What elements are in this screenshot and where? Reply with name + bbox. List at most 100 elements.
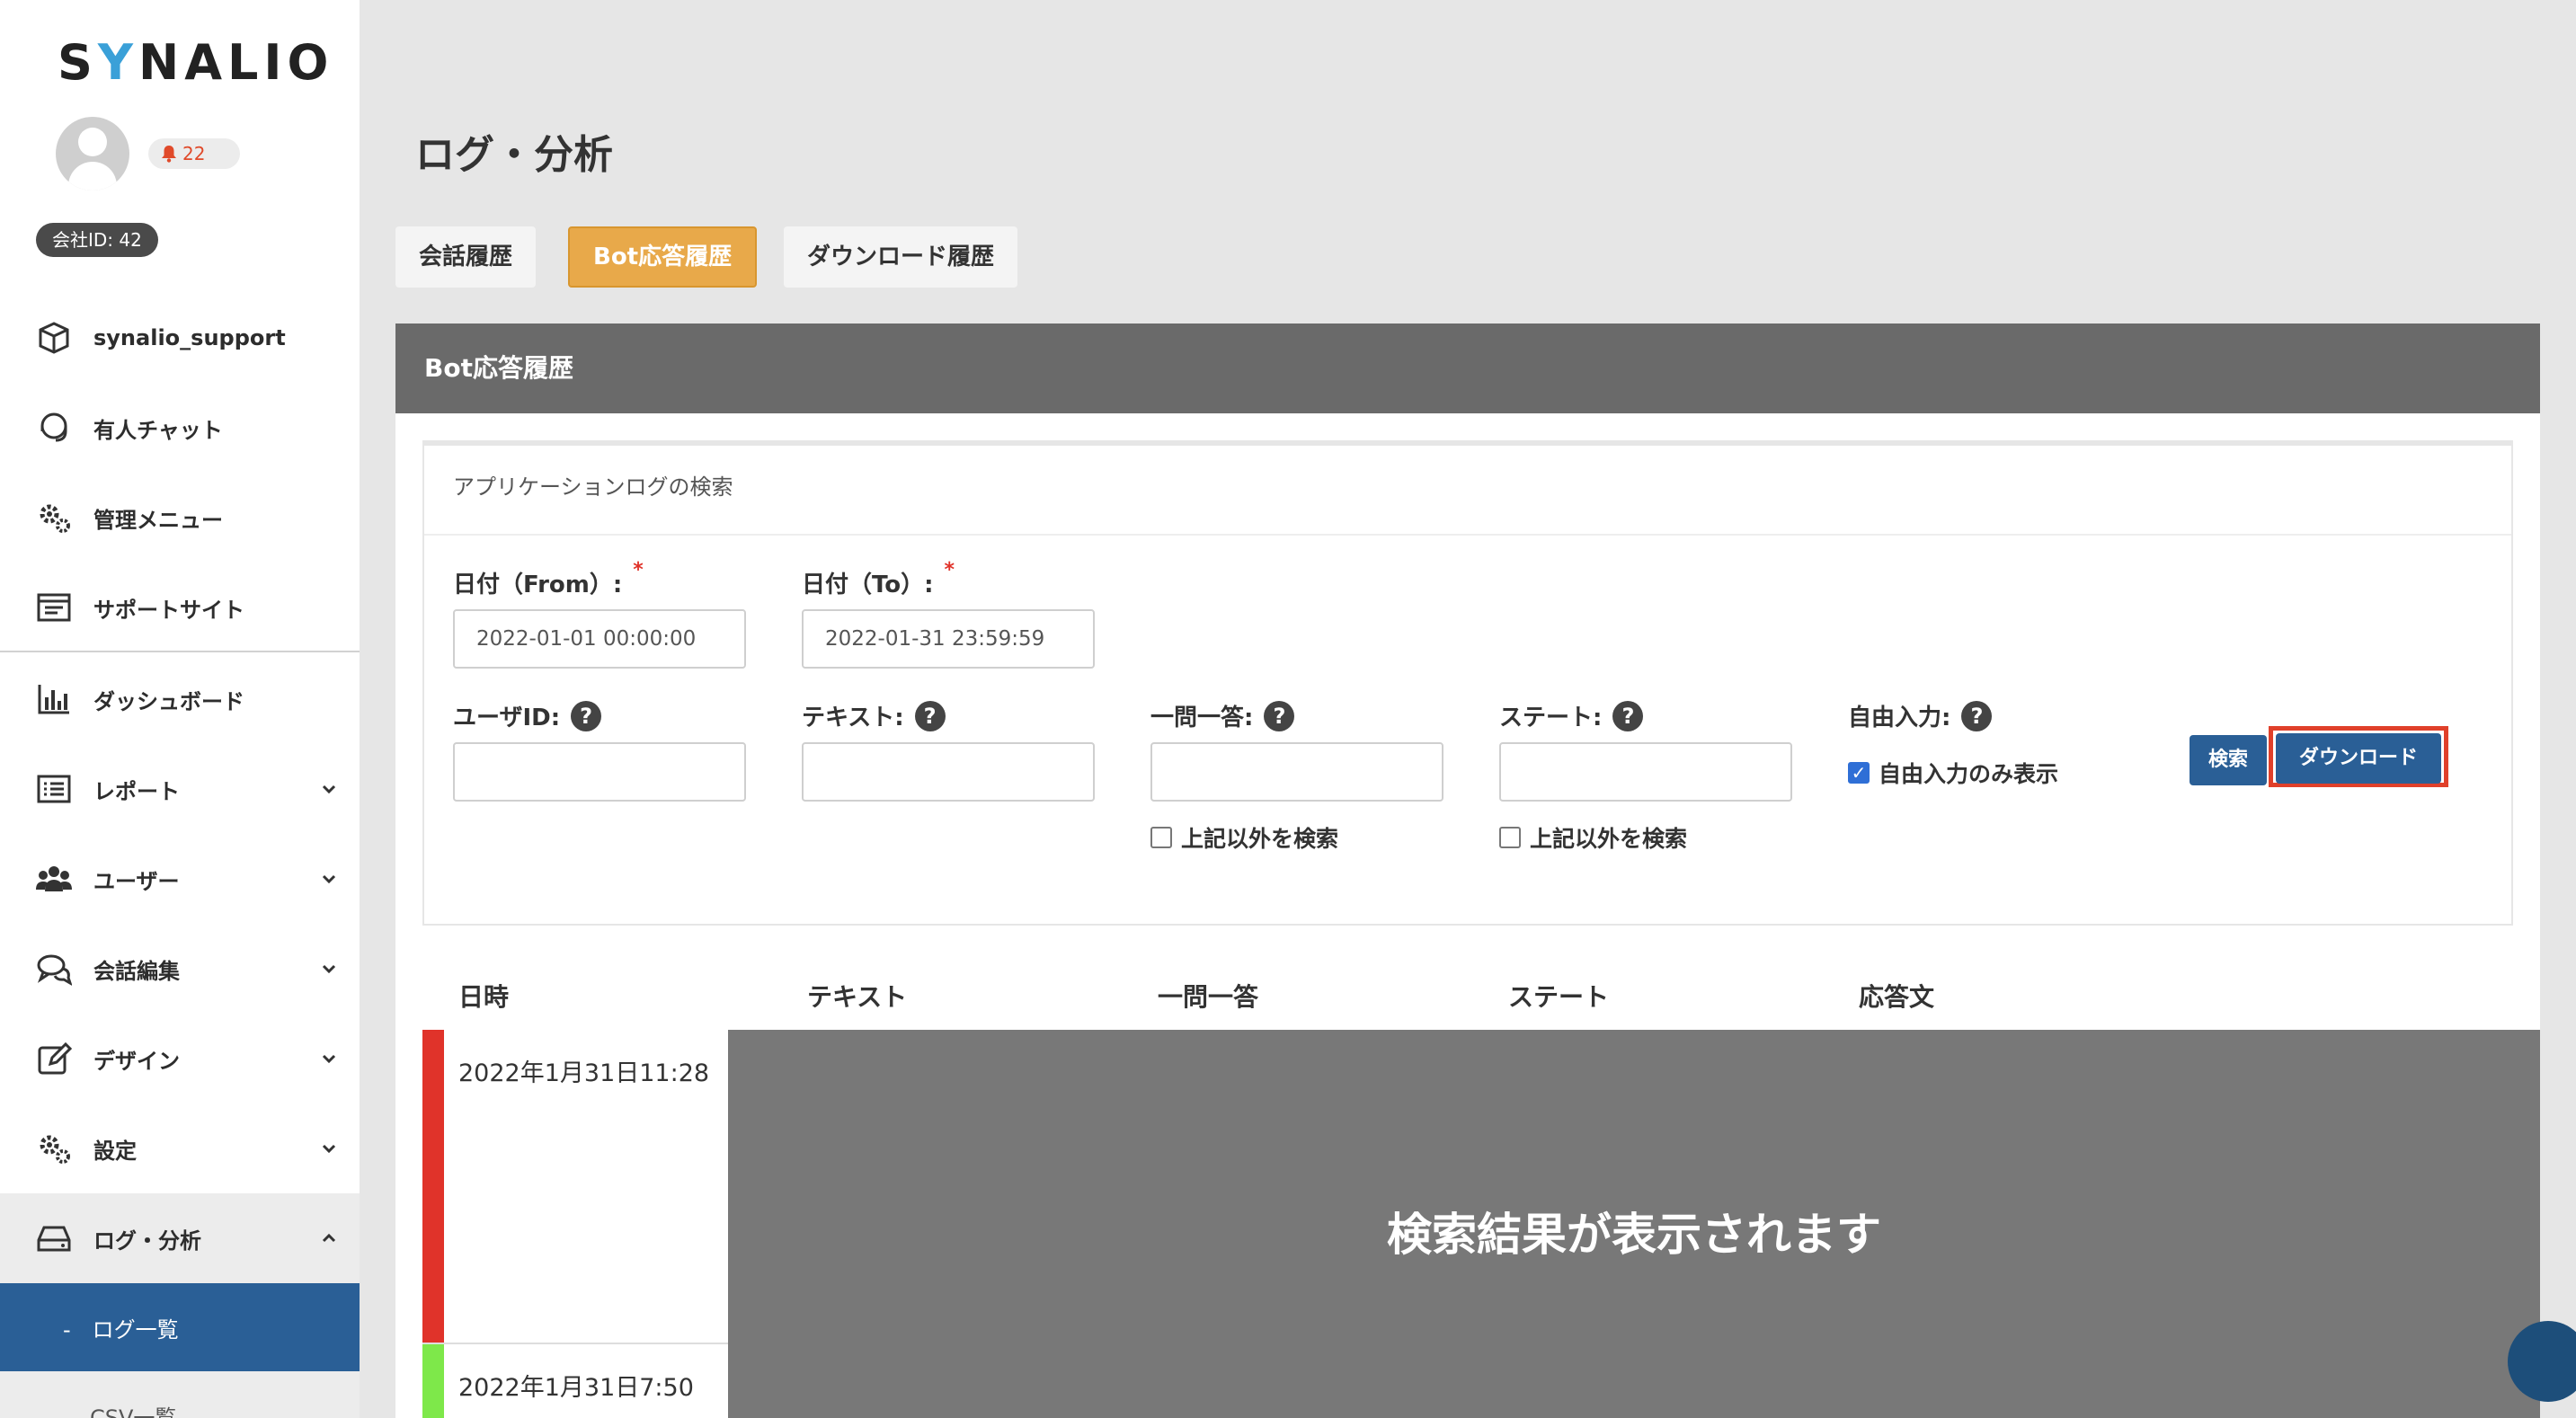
- table-header: 日時 テキスト 一問一答 ステート 応答文: [395, 953, 2540, 1030]
- help-icon[interactable]: ?: [571, 700, 602, 731]
- user-id-input[interactable]: [453, 742, 746, 802]
- browser-icon: [34, 588, 74, 627]
- box-icon: [34, 318, 74, 358]
- sidebar-item-settings[interactable]: 設定: [0, 1103, 360, 1193]
- sidebar-item-admin-menu[interactable]: 管理メニュー: [0, 473, 360, 563]
- company-id-badge: 会社ID: 42: [36, 223, 158, 257]
- sidebar-item-users[interactable]: ユーザー: [0, 834, 360, 924]
- chevron-down-icon: [322, 1054, 336, 1064]
- chevron-up-icon: [322, 1233, 336, 1243]
- avatar[interactable]: [56, 117, 129, 191]
- date-to-input[interactable]: [802, 609, 1095, 669]
- state-exclude-checkbox[interactable]: 上記以外を検索: [1499, 821, 1687, 854]
- column-header-qa[interactable]: 一問一答: [1158, 978, 1258, 1014]
- checkbox-label: 上記以外を検索: [1181, 826, 1339, 852]
- sidebar-item-label: ユーザー: [93, 868, 180, 894]
- bar-chart-icon: [34, 679, 74, 719]
- search-form-title: アプリケーションログの検索: [424, 446, 2511, 536]
- sidebar-item-label: 管理メニュー: [93, 507, 223, 533]
- bot-response-panel: Bot応答履歴 アプリケーションログの検索 日付（From）: * 日付（To）:…: [395, 323, 2540, 1418]
- sidebar: SYNALIO 22 会社ID: 42 synalio_support 有人チャ…: [0, 0, 360, 1418]
- gears-icon: [34, 1129, 74, 1168]
- column-header-response[interactable]: 応答文: [1859, 978, 1934, 1014]
- table-row[interactable]: 2022年1月31日11:28: [422, 1030, 728, 1344]
- date-from-label: 日付（From）: *: [453, 559, 644, 599]
- headset-icon: [34, 408, 74, 448]
- notification-badge[interactable]: 22: [148, 138, 240, 169]
- sidebar-item-label: ダッシュボード: [93, 688, 244, 714]
- tab-conversation-history[interactable]: 会話履歴: [395, 226, 537, 288]
- help-icon[interactable]: ?: [1612, 700, 1644, 731]
- state-label-text: ステート:: [1499, 705, 1603, 731]
- table-row[interactable]: 2022年1月31日7:50: [422, 1344, 728, 1418]
- required-mark: *: [944, 559, 955, 581]
- help-icon[interactable]: ?: [1961, 700, 1993, 731]
- required-mark: *: [633, 559, 644, 581]
- tab-bot-response-history[interactable]: Bot応答履歴: [568, 226, 758, 288]
- edit-icon: [34, 1039, 74, 1078]
- sidebar-item-label: レポート: [93, 778, 180, 804]
- sidebar-item-support-site[interactable]: サポートサイト: [0, 563, 360, 652]
- sidebar-item-chat[interactable]: 有人チャット: [0, 383, 360, 473]
- date-to-label-text: 日付（To）:: [802, 572, 934, 598]
- gears-icon: [34, 498, 74, 537]
- chevron-down-icon: [322, 1144, 336, 1154]
- text-input[interactable]: [802, 742, 1095, 802]
- sidebar-item-design[interactable]: デザイン: [0, 1014, 360, 1103]
- chevron-down-icon: [322, 874, 336, 884]
- hdd-icon: [34, 1219, 74, 1258]
- state-label: ステート:?: [1499, 699, 1644, 732]
- sidebar-item-account[interactable]: synalio_support: [0, 293, 360, 383]
- qa-label-text: 一問一答:: [1150, 705, 1254, 731]
- sidebar-subitem-log-list[interactable]: - ログ一覧: [0, 1283, 360, 1371]
- tab-download-history[interactable]: ダウンロード履歴: [784, 226, 1018, 288]
- sidebar-item-dashboard[interactable]: ダッシュボード: [0, 654, 360, 744]
- row-datetime: 2022年1月31日7:50: [458, 1374, 694, 1402]
- sidebar-item-label: 有人チャット: [93, 417, 223, 443]
- help-icon[interactable]: ?: [914, 700, 946, 731]
- text-label: テキスト:?: [802, 699, 946, 732]
- sidebar-item-conversation-edit[interactable]: 会話編集: [0, 924, 360, 1014]
- sidebar-item-report[interactable]: レポート: [0, 744, 360, 834]
- users-icon: [34, 859, 74, 899]
- overlay-message: 検索結果が表示されます: [1387, 1209, 1881, 1261]
- free-input-label: 自由入力:?: [1848, 699, 1993, 732]
- column-header-text[interactable]: テキスト: [807, 978, 907, 1014]
- row-datetime: 2022年1月31日11:28: [458, 1059, 710, 1087]
- page-title: ログ・分析: [415, 132, 613, 178]
- column-header-datetime[interactable]: 日時: [458, 978, 509, 1014]
- user-id-label-text: ユーザID:: [453, 705, 561, 731]
- help-icon[interactable]: ?: [1264, 700, 1295, 731]
- checkbox-checked[interactable]: ✓: [1848, 762, 1870, 784]
- free-input-only-checkbox[interactable]: ✓ 自由入力のみ表示: [1848, 757, 2058, 789]
- search-button[interactable]: 検索: [2190, 735, 2267, 785]
- sidebar-subitem-csv-list[interactable]: CSV一覧: [0, 1371, 360, 1418]
- qa-input[interactable]: [1150, 742, 1443, 802]
- result-table: 2022年1月31日11:28 2022年1月31日7:50 検索結果が表示され…: [422, 1030, 2540, 1418]
- date-from-label-text: 日付（From）:: [453, 572, 623, 598]
- state-input[interactable]: [1499, 742, 1792, 802]
- list-icon: [34, 769, 74, 809]
- sidebar-item-label: サポートサイト: [93, 597, 244, 623]
- sidebar-item-label: synalio_support: [93, 325, 286, 350]
- sidebar-item-label: 会話編集: [93, 958, 180, 984]
- sidebar-item-label: 設定: [93, 1138, 137, 1164]
- sidebar-item-log-analysis[interactable]: ログ・分析: [0, 1193, 360, 1283]
- bell-icon: [161, 145, 177, 163]
- user-id-label: ユーザID:?: [453, 699, 602, 732]
- panel-title: Bot応答履歴: [395, 323, 2540, 413]
- date-from-input[interactable]: [453, 609, 746, 669]
- text-label-text: テキスト:: [802, 705, 904, 731]
- qa-label: 一問一答:?: [1150, 699, 1295, 732]
- qa-exclude-checkbox[interactable]: 上記以外を検索: [1150, 821, 1338, 854]
- chevron-down-icon: [322, 964, 336, 974]
- column-header-state[interactable]: ステート: [1508, 978, 1609, 1014]
- row-status-bar: [422, 1344, 444, 1418]
- synalio-logo[interactable]: SYNALIO: [58, 34, 333, 91]
- download-button[interactable]: ダウンロード: [2276, 733, 2441, 784]
- checkbox-box[interactable]: [1499, 827, 1521, 848]
- results-overlay: 検索結果が表示されます: [728, 1030, 2540, 1418]
- checkbox-box[interactable]: [1150, 827, 1172, 848]
- chevron-down-icon: [322, 784, 336, 794]
- search-form: アプリケーションログの検索 日付（From）: * 日付（To）: * ユーザID:…: [422, 440, 2513, 926]
